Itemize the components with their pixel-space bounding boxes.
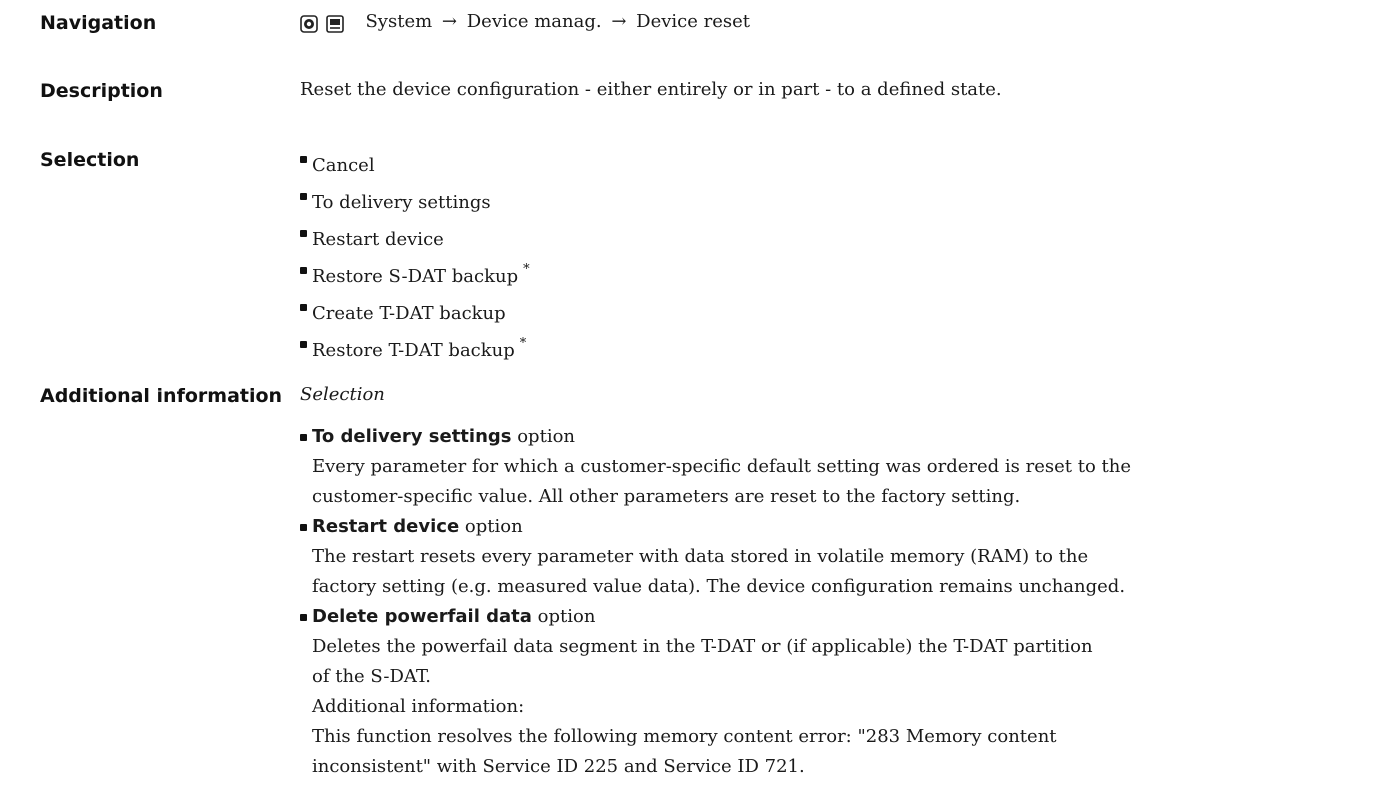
description-label: Description bbox=[40, 80, 163, 102]
bullet-icon bbox=[300, 304, 307, 311]
option-description: Deletes the powerfail data segment in th… bbox=[312, 636, 1093, 657]
selection-label: Selection bbox=[40, 149, 140, 171]
arrow-right-icon: → bbox=[611, 11, 627, 32]
option-description: Every parameter for which a customer-spe… bbox=[312, 456, 1131, 477]
operating-keys-icon bbox=[300, 9, 344, 39]
list-item: Cancel bbox=[300, 144, 530, 181]
option-description: factory setting (e.g. measured value dat… bbox=[312, 576, 1126, 597]
breadcrumb-item: Device manag. bbox=[466, 11, 602, 32]
option-text: Restore T-DAT backup bbox=[312, 340, 515, 361]
option-text: Create T-DAT backup bbox=[312, 303, 506, 324]
option-title: Delete powerfail data option bbox=[312, 606, 596, 627]
keypad-icon bbox=[300, 15, 318, 33]
option-description: customer-specific value. All other param… bbox=[312, 486, 1021, 507]
bullet-icon bbox=[300, 193, 307, 200]
option-text: Restore S-DAT backup bbox=[312, 266, 519, 287]
footnote-marker: * bbox=[519, 336, 527, 351]
option-title: To delivery settings option bbox=[312, 426, 576, 447]
navigation-label: Navigation bbox=[40, 12, 157, 34]
list-item: To delivery settings bbox=[300, 181, 530, 218]
option-text: To delivery settings bbox=[312, 192, 491, 213]
option-description: This function resolves the following mem… bbox=[312, 726, 1057, 747]
breadcrumb-item: System bbox=[365, 11, 433, 32]
option-text: Cancel bbox=[312, 155, 375, 176]
display-icon bbox=[325, 15, 344, 33]
list-item: To delivery settings option Every parame… bbox=[300, 422, 1131, 512]
option-title: Restart device option bbox=[312, 516, 523, 537]
list-item: Create T-DAT backup bbox=[300, 292, 530, 329]
bullet-icon bbox=[300, 267, 307, 274]
navigation-path: System → Device manag. → Device reset bbox=[300, 7, 750, 39]
option-description: of the S-DAT. bbox=[312, 666, 432, 687]
arrow-right-icon: → bbox=[441, 11, 457, 32]
bullet-icon bbox=[300, 230, 307, 237]
additional-information: Selection To delivery settings option Ev… bbox=[300, 380, 1131, 782]
description-text: Reset the device configuration - either … bbox=[300, 79, 1002, 100]
option-description: inconsistent" with Service ID 225 and Se… bbox=[312, 756, 805, 777]
list-item: Delete powerfail data option Deletes the… bbox=[300, 602, 1131, 782]
additional-information-label: Additional information bbox=[40, 385, 283, 407]
subheading: Selection bbox=[300, 384, 385, 405]
bullet-icon bbox=[300, 341, 307, 348]
option-description: Additional information: bbox=[312, 696, 525, 717]
list-item: Restore T-DAT backup * bbox=[300, 329, 530, 366]
bullet-icon bbox=[300, 524, 307, 531]
selection-options: Cancel To delivery settings Restart devi… bbox=[300, 144, 530, 366]
bullet-icon bbox=[300, 614, 307, 621]
breadcrumb-item: Device reset bbox=[636, 11, 750, 32]
bullet-icon bbox=[300, 434, 307, 441]
bullet-icon bbox=[300, 156, 307, 163]
footnote-marker: * bbox=[523, 262, 530, 277]
list-item: Restore S-DAT backup * bbox=[300, 255, 530, 292]
list-item: Restart device option The restart resets… bbox=[300, 512, 1131, 602]
list-item: Restart device bbox=[300, 218, 530, 255]
option-description: The restart resets every parameter with … bbox=[312, 546, 1089, 567]
option-text: Restart device bbox=[312, 229, 444, 250]
